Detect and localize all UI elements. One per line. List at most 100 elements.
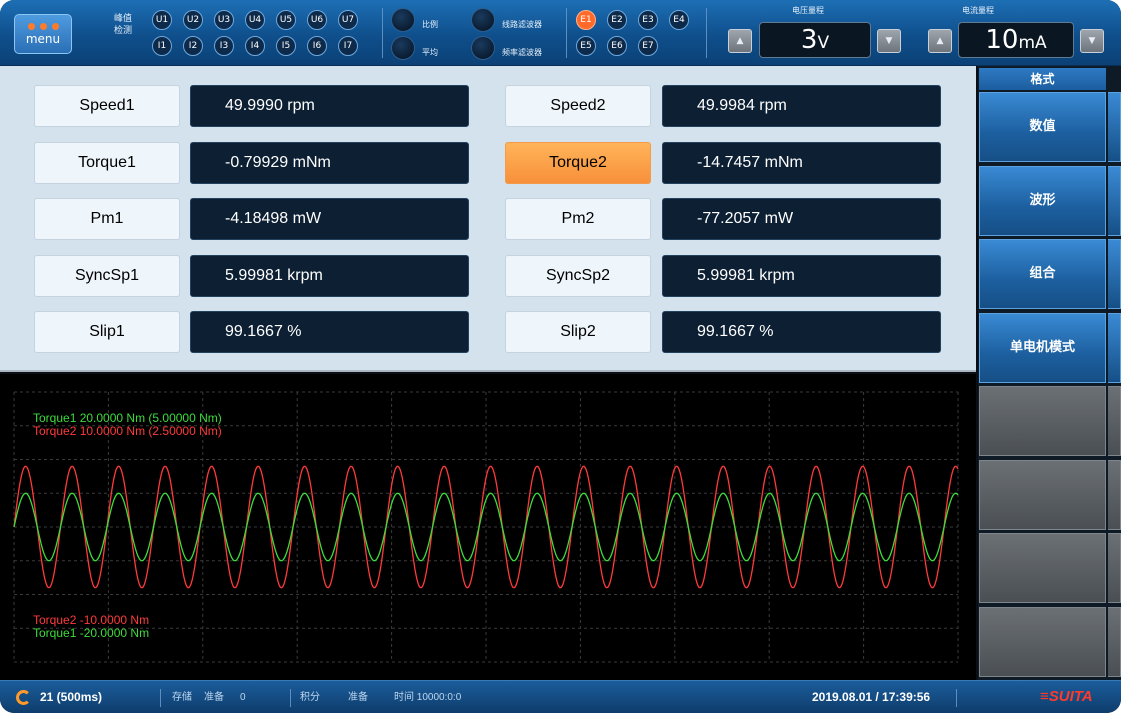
integration-label: 积分	[300, 692, 320, 703]
channel-u6-button[interactable]: U6	[307, 10, 327, 30]
storage-state: 准备	[204, 692, 224, 703]
freq-filter-indicator[interactable]	[471, 36, 495, 60]
refresh-icon[interactable]	[16, 690, 31, 705]
format-menu-button[interactable]: 单电机模式	[979, 312, 1106, 383]
channel-u3-button[interactable]: U3	[214, 10, 234, 30]
channel-e5-button[interactable]: E5	[576, 36, 596, 56]
channel-e6-button[interactable]: E6	[607, 36, 627, 56]
softkey-edge	[1108, 606, 1121, 677]
channel-e4-button[interactable]: E4	[669, 10, 689, 30]
measure-label-syncsp2[interactable]: SyncSp2	[505, 254, 651, 297]
channel-i1-button[interactable]: I1	[152, 36, 172, 56]
waveform-display: Torque1 20.0000 Nm (5.00000 Nm) Torque2 1…	[0, 374, 976, 680]
update-count: 21 (500ms)	[40, 690, 103, 704]
channel-i5-button[interactable]: I5	[276, 36, 296, 56]
channel-e3-button[interactable]: E3	[638, 10, 658, 30]
empty-softkey	[979, 533, 1106, 603]
channel-e2-button[interactable]: E2	[607, 10, 627, 30]
softkey-edge	[1108, 239, 1121, 309]
softkey-edge	[1108, 165, 1121, 236]
empty-softkey	[979, 606, 1106, 677]
measure-value-speed2: 49.9984 rpm	[662, 85, 941, 127]
status-bar: 21 (500ms) 存储 准备 0 积分 准备 时间 10000:0:0 20…	[0, 680, 1121, 713]
measure-value-pm2: -77.2057 mW	[662, 198, 941, 240]
measure-label-slip1[interactable]: Slip1	[34, 311, 180, 353]
storage-label: 存储	[172, 692, 192, 703]
trace-scale-label-top: Torque2 10.0000 Nm (2.50000 Nm)	[33, 424, 222, 438]
softkey-edge	[1108, 386, 1121, 456]
status-divider	[956, 689, 957, 707]
toolbar-divider	[566, 8, 567, 58]
measure-value-slip2: 99.1667 %	[662, 311, 941, 353]
storage-count: 0	[240, 692, 246, 703]
measure-label-pm1[interactable]: Pm1	[34, 198, 180, 240]
measurement-panel: Speed1 49.9990 rpm Torque1 -0.79929 mNm Pm1-…	[0, 66, 976, 372]
empty-softkey	[979, 459, 1106, 530]
menu-button[interactable]: menu	[14, 14, 72, 54]
channel-e7-button[interactable]: E7	[638, 36, 658, 56]
format-menu-button[interactable]: 组合	[979, 239, 1106, 309]
channel-i6-button[interactable]: I6	[307, 36, 327, 56]
ratio-indicator[interactable]	[391, 8, 415, 32]
current-range-up-button[interactable]: ▲	[928, 29, 952, 53]
peak-detect-label: 峰值 检测	[114, 14, 133, 36]
channel-u4-button[interactable]: U4	[245, 10, 265, 30]
suita-logo: ≡SUITA	[1040, 688, 1093, 705]
measure-value-speed1: 49.9990 rpm	[190, 85, 469, 127]
channel-u2-button[interactable]: U2	[183, 10, 203, 30]
current-range-down-button[interactable]: ▼	[1080, 29, 1104, 53]
measure-label-torque1[interactable]: Torque1	[34, 141, 180, 184]
channel-u5-button[interactable]: U5	[276, 10, 296, 30]
format-side-menu: 格式 数值 波形 组合 单电机模式	[978, 66, 1121, 680]
average-indicator[interactable]	[391, 36, 415, 60]
voltage-range-down-button[interactable]: ▼	[877, 29, 901, 53]
app-window: menu 峰值 检测 比例 平均 线路滤波器 频率滤波器 电压量程 ▲ 3V ▼…	[0, 0, 1121, 713]
ratio-label: 比例	[422, 20, 438, 29]
measure-label-torque2[interactable]: Torque2	[505, 141, 651, 184]
measure-label-pm2[interactable]: Pm2	[505, 198, 651, 240]
current-range-display: 10mA	[958, 22, 1074, 58]
softkey-edge	[1108, 533, 1121, 603]
trace-scale-label-bottom: Torque1 -20.0000 Nm	[33, 626, 150, 640]
integration-state: 准备	[348, 692, 368, 703]
integration-time: 时间 10000:0:0	[394, 692, 462, 703]
status-divider	[160, 689, 161, 707]
softkey-edge	[1108, 312, 1121, 383]
format-menu-button[interactable]: 波形	[979, 165, 1106, 236]
empty-softkey	[979, 386, 1106, 456]
format-menu-button[interactable]: 数值	[979, 92, 1106, 162]
voltage-range-title: 电压量程	[792, 6, 824, 15]
current-range-title: 电流量程	[962, 6, 994, 15]
channel-e1-button[interactable]: E1	[576, 10, 596, 30]
toolbar-divider	[382, 8, 383, 58]
channel-i2-button[interactable]: I2	[183, 36, 203, 56]
average-label: 平均	[422, 48, 438, 57]
channel-i7-button[interactable]: I7	[338, 36, 358, 56]
voltage-range-up-button[interactable]: ▲	[728, 29, 752, 53]
channel-i4-button[interactable]: I4	[245, 36, 265, 56]
measure-value-slip1: 99.1667 %	[190, 311, 469, 353]
softkey-edge	[1108, 459, 1121, 530]
channel-u1-button[interactable]: U1	[152, 10, 172, 30]
measure-label-speed2[interactable]: Speed2	[505, 85, 651, 127]
datetime: 2019.08.01 / 17:39:56	[812, 690, 931, 704]
measure-label-slip2[interactable]: Slip2	[505, 311, 651, 353]
measure-value-syncsp1: 5.99981 krpm	[190, 254, 469, 297]
voltage-range-display: 3V	[759, 22, 871, 58]
line-filter-indicator[interactable]	[471, 8, 495, 32]
measure-value-pm1: -4.18498 mW	[190, 198, 469, 240]
channel-u7-button[interactable]: U7	[338, 10, 358, 30]
top-toolbar: menu 峰值 检测 比例 平均 线路滤波器 频率滤波器 电压量程 ▲ 3V ▼…	[0, 0, 1121, 66]
measure-value-syncsp2: 5.99981 krpm	[662, 254, 941, 297]
toolbar-divider	[706, 8, 707, 58]
channel-i3-button[interactable]: I3	[214, 36, 234, 56]
measure-label-syncsp1[interactable]: SyncSp1	[34, 254, 180, 297]
format-menu-header: 格式	[979, 68, 1106, 90]
status-divider	[290, 689, 291, 707]
measure-value-torque1: -0.79929 mNm	[190, 141, 469, 184]
softkey-edge	[1108, 92, 1121, 162]
measure-label-speed1[interactable]: Speed1	[34, 85, 180, 127]
menu-label: menu	[25, 32, 61, 46]
freq-filter-label: 频率滤波器	[502, 48, 542, 57]
measure-value-torque2: -14.7457 mNm	[662, 141, 941, 184]
